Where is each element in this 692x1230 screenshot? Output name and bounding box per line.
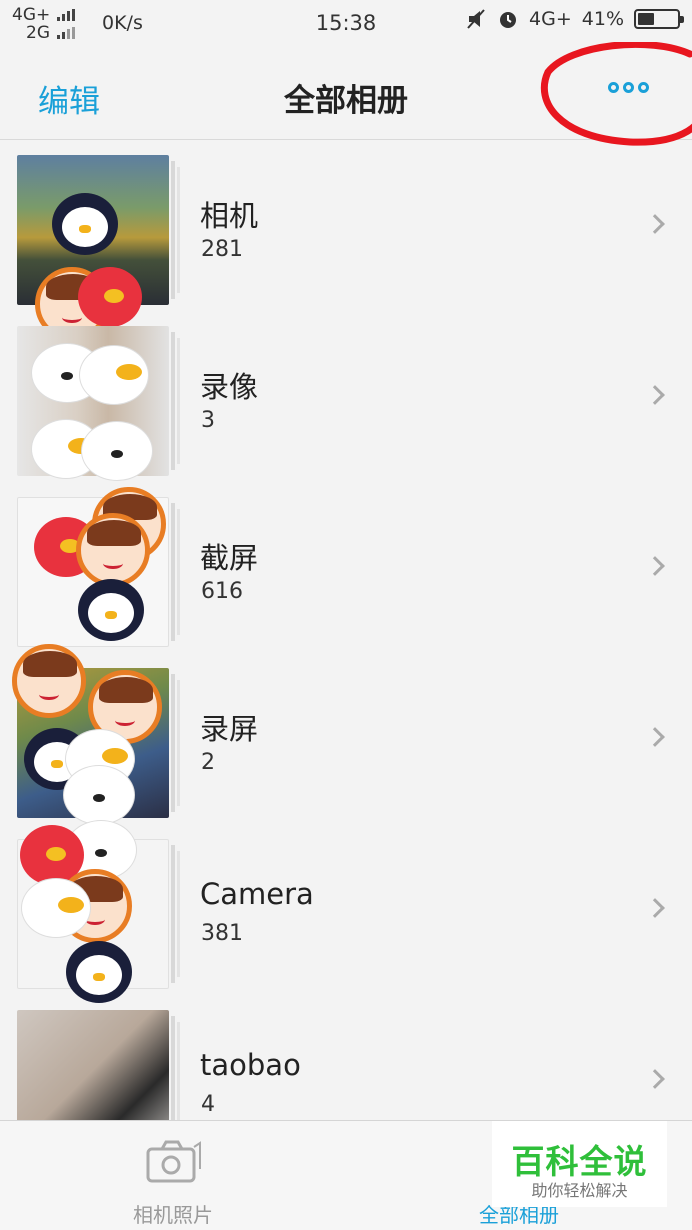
penguin-sticker-icon	[78, 579, 144, 641]
chevron-right-icon	[645, 556, 665, 576]
album-name: taobao	[200, 1048, 301, 1082]
album-count: 4	[201, 1092, 215, 1117]
album-count: 381	[201, 921, 243, 946]
duck-sticker-icon	[22, 879, 90, 937]
album-count: 281	[201, 237, 243, 262]
album-row[interactable]: 录屏 2	[0, 644, 692, 829]
album-count: 616	[201, 579, 243, 604]
penguin-sticker-icon	[66, 941, 132, 1003]
network-type-right: 4G+	[529, 8, 572, 30]
thumb-stack-edge	[177, 509, 180, 635]
duck-sticker-icon	[80, 346, 148, 404]
thumb-stack-edge	[171, 845, 175, 983]
album-row[interactable]: 相机 281	[0, 145, 692, 341]
boy-sticker-icon	[76, 513, 150, 587]
thumb-stack-edge	[177, 851, 180, 977]
penguin-sticker-icon	[52, 193, 118, 255]
mute-icon	[467, 9, 485, 29]
thumb-stack-edge	[171, 161, 175, 299]
album-name: 录屏	[200, 712, 259, 746]
watermark-logo: 百科全说 助你轻松解决	[492, 1121, 667, 1207]
thumb-stack-edge	[177, 338, 180, 464]
album-count: 3	[201, 408, 215, 433]
alarm-icon	[500, 12, 517, 28]
album-list: 相机 281 录像 3 截屏 616 录屏 2 Camera 381 taoba…	[0, 145, 692, 1120]
thumb-stack-edge	[177, 167, 180, 293]
album-name: 截屏	[200, 541, 259, 575]
thumb-stack-edge	[171, 1016, 175, 1120]
album-name: 相机	[200, 199, 259, 233]
album-name: Camera	[200, 877, 314, 911]
thumb-stack-edge	[177, 680, 180, 806]
thumb-stack-edge	[171, 674, 175, 812]
more-dots-icon[interactable]	[608, 82, 649, 93]
album-name: 录像	[200, 370, 259, 404]
album-row[interactable]: 截屏 616	[0, 487, 692, 658]
bear-sticker-icon	[82, 422, 152, 480]
battery-percent: 41%	[581, 8, 624, 30]
battery-fill	[638, 13, 654, 25]
thumb-stack-edge	[171, 332, 175, 470]
chevron-right-icon	[645, 385, 665, 405]
album-thumbnail	[17, 1010, 169, 1120]
bear-sticker-icon	[64, 766, 134, 824]
screen: 4G+ 2G 0K/s 15:38 4G+ 41% 编辑 全部相册 相机 281…	[0, 0, 692, 1230]
status-right: 4G+ 41%	[465, 8, 684, 30]
album-count: 2	[201, 750, 215, 775]
album-row[interactable]: Camera 381	[0, 821, 692, 1003]
watermark-subtitle: 助你轻松解决	[531, 1181, 628, 1200]
tab-camera-photos[interactable]: 相机照片	[0, 1121, 346, 1230]
chevron-right-icon	[645, 1069, 665, 1089]
thumb-stack-edge	[171, 503, 175, 641]
chevron-right-icon	[645, 898, 665, 918]
album-row[interactable]: 录像 3	[0, 316, 692, 487]
tab-label: 相机照片	[133, 1203, 213, 1227]
album-row[interactable]: taobao 4	[0, 1000, 692, 1120]
status-bar: 4G+ 2G 0K/s 15:38 4G+ 41%	[0, 0, 692, 48]
camera-photo-icon	[146, 1140, 201, 1183]
nav-bar: 编辑 全部相册	[0, 48, 692, 140]
chevron-right-icon	[645, 727, 665, 747]
thumb-stack-edge	[177, 1022, 180, 1120]
chevron-right-icon	[645, 214, 665, 234]
boy-sticker-icon	[12, 644, 86, 718]
watermark-title: 百科全说	[511, 1142, 648, 1181]
battery-icon	[634, 9, 684, 29]
page-title: 全部相册	[284, 83, 408, 119]
